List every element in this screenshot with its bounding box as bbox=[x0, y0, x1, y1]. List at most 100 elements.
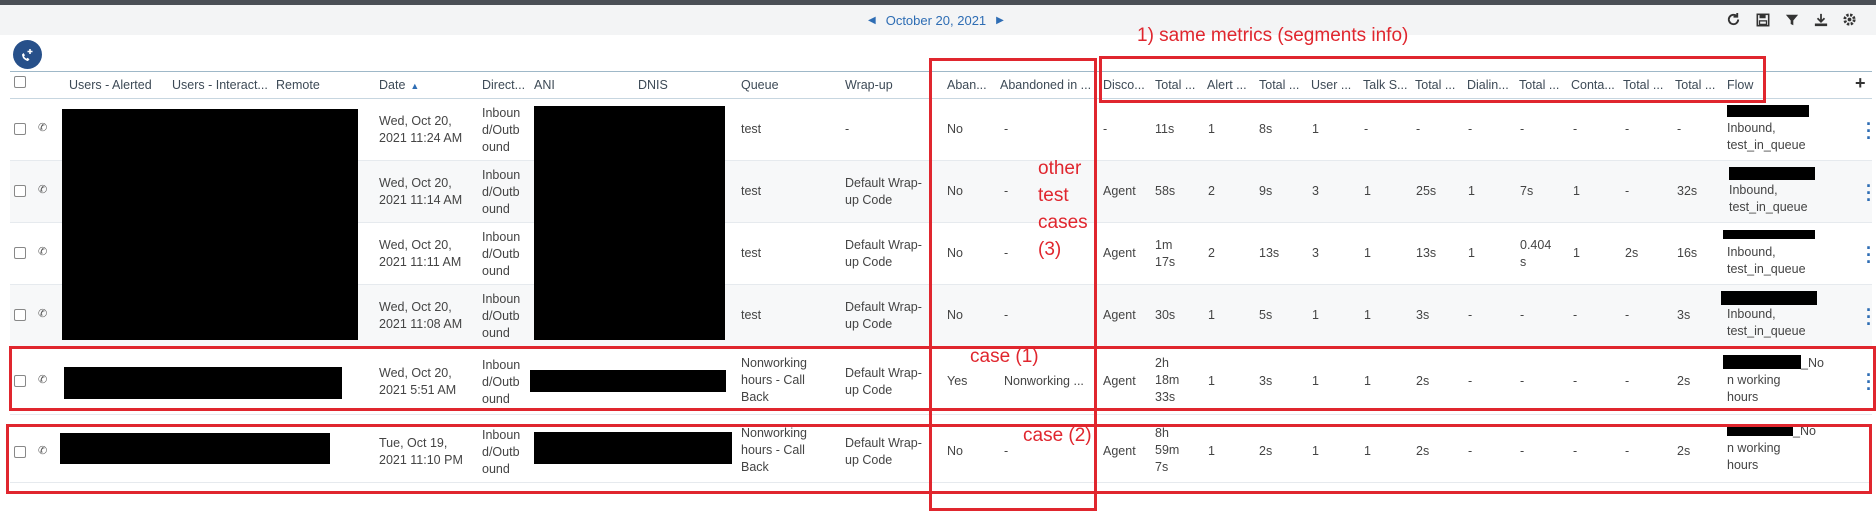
sort-asc-icon: ▲ bbox=[410, 81, 420, 91]
refresh-icon[interactable] bbox=[1725, 11, 1742, 28]
cell-total-6: 3s bbox=[1677, 308, 1691, 322]
cell-total-4: - bbox=[1520, 308, 1525, 322]
annotation-other-cases: other test cases (3) bbox=[1038, 158, 1088, 260]
cell-wrapup: Default Wrap- up Code bbox=[845, 176, 922, 207]
row-menu-icon[interactable]: · · · bbox=[1866, 177, 1872, 209]
cell-user: 3 bbox=[1312, 246, 1319, 260]
cell-wrapup: Default Wrap- up Code bbox=[845, 238, 922, 269]
chevron-left-icon[interactable]: ◀ bbox=[868, 15, 876, 26]
redacted-users bbox=[62, 161, 358, 223]
row-menu-icon[interactable]: · · · bbox=[1866, 239, 1872, 271]
cell-dialing: - bbox=[1468, 122, 1473, 136]
cell-total-4: 7s bbox=[1520, 184, 1534, 198]
cell-talk: 1 bbox=[1364, 184, 1371, 198]
save-icon[interactable] bbox=[1754, 11, 1771, 28]
cell-date: Wed, Oct 20, 2021 11:08 AM bbox=[379, 300, 463, 331]
col-dnis[interactable]: DNIS bbox=[638, 78, 668, 92]
col-direction[interactable]: Direct... bbox=[482, 78, 525, 92]
cell-dialing: 1 bbox=[1468, 246, 1475, 260]
cell-date: Wed, Oct 20, 2021 11:11 AM bbox=[379, 238, 462, 269]
cell-disconnect: - bbox=[1103, 122, 1108, 136]
col-users-alerted[interactable]: Users - Alerted bbox=[69, 78, 152, 92]
col-users-interacted[interactable]: Users - Interact... bbox=[172, 78, 268, 92]
cell-total-2: 8s bbox=[1259, 122, 1273, 136]
cell-total-1: 1m 17s bbox=[1155, 238, 1176, 269]
redacted-ani-dnis bbox=[534, 106, 725, 161]
cell-total-1: 58s bbox=[1155, 184, 1176, 198]
filter-icon[interactable] bbox=[1783, 11, 1800, 28]
phone-icon: ✆ bbox=[38, 122, 48, 134]
cell-user: 1 bbox=[1312, 308, 1319, 322]
cell-contact: - bbox=[1573, 122, 1578, 136]
cell-disconnect: Agent bbox=[1103, 184, 1136, 198]
cell-user: 3 bbox=[1312, 184, 1319, 198]
settings-icon[interactable] bbox=[1841, 11, 1858, 28]
cell-total-5: - bbox=[1625, 184, 1630, 198]
new-interaction-button[interactable] bbox=[13, 40, 42, 69]
cell-dialing: 1 bbox=[1468, 184, 1475, 198]
cell-queue: test bbox=[741, 308, 762, 322]
col-date[interactable]: Date ▲ bbox=[379, 78, 419, 92]
cell-contact: - bbox=[1573, 308, 1578, 322]
cell-total-4: 0.404 s bbox=[1520, 238, 1552, 269]
row-checkbox[interactable] bbox=[14, 185, 26, 197]
cell-flow: Inbound, test_in_queue bbox=[1727, 245, 1806, 276]
cell-alert: 1 bbox=[1208, 122, 1215, 136]
cell-flow: Inbound, test_in_queue bbox=[1729, 183, 1808, 214]
cell-flow: Inbound, test_in_queue bbox=[1727, 121, 1806, 152]
col-queue[interactable]: Queue bbox=[741, 78, 779, 92]
cell-wrapup: Default Wrap- up Code bbox=[845, 300, 922, 331]
cell-total-6: 16s bbox=[1677, 246, 1698, 260]
annotation-case1-box bbox=[9, 346, 1876, 411]
annotation-case2-box bbox=[6, 424, 1872, 494]
cell-total-1: 30s bbox=[1155, 308, 1176, 322]
cell-date: Wed, Oct 20, 2021 11:24 AM bbox=[379, 114, 463, 145]
redacted-flow bbox=[1723, 230, 1815, 239]
cell-disconnect: Agent bbox=[1103, 308, 1136, 322]
select-all-checkbox[interactable] bbox=[14, 76, 26, 88]
cell-direction: Inboun d/Outb ound bbox=[482, 106, 521, 154]
cell-direction: Inboun d/Outb ound bbox=[482, 168, 521, 216]
cell-total-3: 13s bbox=[1416, 246, 1437, 260]
col-ani[interactable]: ANI bbox=[534, 78, 555, 92]
row-checkbox[interactable] bbox=[14, 123, 26, 135]
cell-total-3: - bbox=[1416, 122, 1421, 136]
redacted-flow bbox=[1727, 105, 1809, 117]
cell-alert: 2 bbox=[1208, 246, 1215, 260]
row-menu-icon[interactable]: · · · bbox=[1866, 301, 1872, 333]
row-checkbox[interactable] bbox=[14, 247, 26, 259]
row-menu-icon[interactable]: · · · bbox=[1866, 115, 1872, 147]
row-checkbox[interactable] bbox=[14, 309, 26, 321]
cell-total-4: - bbox=[1520, 122, 1525, 136]
cell-contact: 1 bbox=[1573, 246, 1580, 260]
col-date-label: Date bbox=[379, 78, 406, 92]
cell-total-6: 32s bbox=[1677, 184, 1698, 198]
cell-talk: 1 bbox=[1364, 308, 1371, 322]
cell-total-5: - bbox=[1625, 308, 1630, 322]
col-wrapup[interactable]: Wrap-up bbox=[845, 78, 893, 92]
phone-plus-icon bbox=[21, 48, 32, 61]
toolbar bbox=[1725, 11, 1858, 28]
phone-icon: ✆ bbox=[38, 246, 48, 258]
current-date[interactable]: October 20, 2021 bbox=[886, 13, 986, 28]
cell-queue: test bbox=[741, 246, 762, 260]
cell-contact: 1 bbox=[1573, 184, 1580, 198]
phone-icon: ✆ bbox=[38, 184, 48, 196]
redacted-users bbox=[62, 285, 358, 340]
download-icon[interactable] bbox=[1812, 11, 1829, 28]
cell-dialing: - bbox=[1468, 308, 1473, 322]
cell-total-6: - bbox=[1677, 122, 1682, 136]
chevron-right-icon[interactable]: ▶ bbox=[996, 15, 1004, 26]
cell-wrapup: - bbox=[845, 122, 850, 136]
cell-total-2: 13s bbox=[1259, 246, 1280, 260]
cell-alert: 1 bbox=[1208, 308, 1215, 322]
cell-total-2: 9s bbox=[1259, 184, 1273, 198]
cell-talk: - bbox=[1364, 122, 1369, 136]
redacted-ani-dnis bbox=[534, 161, 725, 223]
date-navigator: ◀ October 20, 2021 ▶ bbox=[868, 13, 1004, 28]
col-remote[interactable]: Remote bbox=[276, 78, 320, 92]
cell-total-5: - bbox=[1625, 122, 1630, 136]
cell-queue: test bbox=[741, 184, 762, 198]
cell-direction: Inboun d/Outb ound bbox=[482, 230, 521, 278]
add-column-icon[interactable]: + bbox=[1855, 73, 1866, 94]
